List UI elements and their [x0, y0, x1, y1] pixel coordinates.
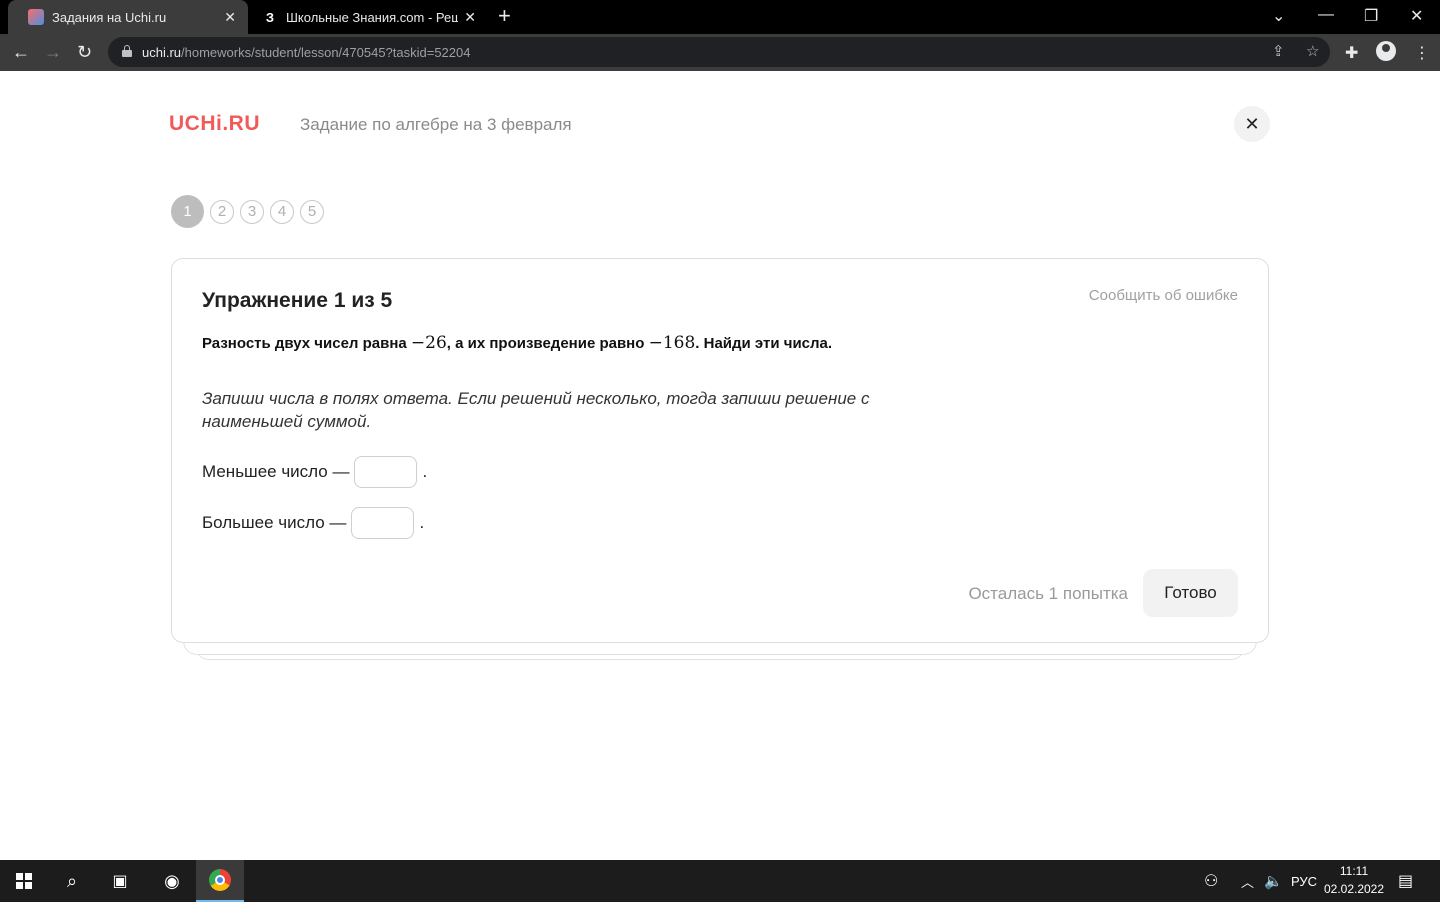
people-icon[interactable]: ⚇	[1204, 860, 1218, 902]
larger-number-row: Большее число — .	[202, 507, 424, 539]
windows-start-icon[interactable]	[0, 860, 48, 902]
clock[interactable]: 11:11 02.02.2022	[1318, 862, 1390, 898]
exercise-stepper: 1 2 3 4 5	[171, 195, 330, 228]
step-2[interactable]: 2	[210, 199, 234, 224]
app-circle-icon[interactable]: ◉	[148, 860, 196, 902]
close-icon: ✕	[1244, 113, 1260, 134]
exercise-card: Упражнение 1 из 5 Сообщить об ошибке Раз…	[171, 258, 1269, 643]
step-4[interactable]: 4	[270, 199, 294, 224]
extensions-puzzle-icon[interactable]: ✚	[1345, 43, 1358, 63]
step-1[interactable]: 1	[171, 195, 204, 228]
minimize-icon[interactable]: —	[1318, 6, 1334, 24]
reload-icon[interactable]: ↻	[77, 41, 92, 63]
clock-date: 02.02.2022	[1323, 882, 1385, 896]
smaller-number-label: Меньшее число —	[202, 462, 350, 481]
tab-search-chevron-icon[interactable]: ⌄	[1272, 6, 1285, 26]
clock-time: 11:11	[1339, 864, 1369, 878]
address-bar[interactable]: uchi.ru/homeworks/student/lesson/470545?…	[108, 37, 1330, 67]
url-text[interactable]: uchi.ru/homeworks/student/lesson/470545?…	[142, 45, 470, 60]
uchi-logo[interactable]: UCHi.RU	[169, 112, 260, 136]
exercise-title: Упражнение 1 из 5	[202, 289, 393, 312]
tab-title: Школьные Знания.com - Решае	[286, 9, 458, 25]
menu-kebab-icon[interactable]: ⋮	[1414, 43, 1430, 63]
tray-chevron-up-icon[interactable]: ︿	[1241, 860, 1254, 902]
task-view-icon[interactable]: ▣	[96, 860, 144, 902]
notifications-icon[interactable]: ▤	[1398, 860, 1413, 902]
page-title: Задание по алгебре на 3 февраля	[300, 115, 572, 134]
lock-icon	[122, 45, 132, 57]
larger-number-input[interactable]	[351, 507, 415, 539]
window-close-icon[interactable]: ✕	[1410, 6, 1423, 26]
bookmark-star-icon[interactable]: ☆	[1306, 42, 1319, 60]
browser-tab-bar: Задания на Uchi.ru ✕ З Школьные Знания.c…	[0, 0, 1440, 34]
tab-title: Задания на Uchi.ru	[52, 9, 167, 25]
tab-uchi[interactable]: Задания на Uchi.ru ✕	[8, 0, 248, 34]
profile-avatar-icon[interactable]	[1376, 41, 1396, 61]
close-task-button[interactable]: ✕	[1234, 106, 1270, 142]
step-5[interactable]: 5	[300, 199, 324, 224]
smaller-number-row: Меньшее число — .	[202, 456, 427, 488]
math-value: −26	[410, 333, 447, 353]
task-hint: Запиши числа в полях ответа. Если решени…	[202, 389, 870, 431]
attempts-left-text: Осталась 1 попытка	[968, 584, 1128, 603]
forward-arrow-icon[interactable]: →	[44, 41, 62, 63]
uchi-favicon-icon	[28, 9, 44, 25]
browser-toolbar: ← → ↻ uchi.ru/homeworks/student/lesson/4…	[0, 34, 1440, 71]
new-tab-plus-icon[interactable]: +	[498, 5, 511, 27]
larger-number-label: Большее число —	[202, 513, 347, 532]
restore-icon[interactable]: ❐	[1364, 6, 1378, 26]
tab-znania[interactable]: З Школьные Знания.com - Решае ✕	[252, 0, 488, 34]
volume-icon[interactable]: 🔈	[1264, 860, 1283, 902]
language-indicator[interactable]: РУС	[1291, 860, 1317, 902]
windows-taskbar: ⌕ ▣ ◉ ⚇ ︿ 🔈 РУС 11:11 02.02.2022 ▤	[0, 860, 1440, 902]
smaller-number-input[interactable]	[354, 456, 418, 488]
share-icon[interactable]: ⇪	[1272, 42, 1285, 60]
report-error-link[interactable]: Сообщить об ошибке	[1089, 287, 1238, 304]
task-statement: Разность двух чисел равна −26, а их прои…	[202, 333, 833, 353]
znania-favicon-icon: З	[265, 9, 275, 25]
chrome-taskbar-icon[interactable]	[196, 860, 244, 902]
math-value: −168	[648, 333, 696, 353]
back-arrow-icon[interactable]: ←	[12, 41, 30, 63]
close-tab-icon[interactable]: ✕	[224, 9, 236, 26]
search-icon[interactable]: ⌕	[48, 860, 96, 902]
step-3[interactable]: 3	[240, 199, 264, 224]
close-tab-icon[interactable]: ✕	[464, 9, 476, 26]
submit-button[interactable]: Готово	[1143, 569, 1238, 617]
